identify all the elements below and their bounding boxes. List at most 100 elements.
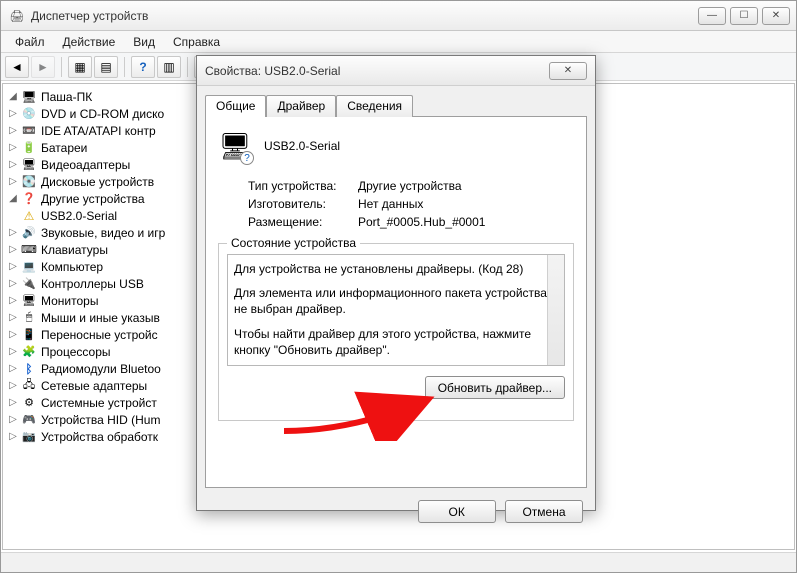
status-legend: Состояние устройства bbox=[227, 236, 360, 250]
window-title: Диспетчер устройств bbox=[31, 9, 698, 23]
toolbar-separator bbox=[61, 57, 62, 77]
expand-icon[interactable]: ▷ bbox=[7, 346, 19, 357]
tree-item-label: Сетевые адаптеры bbox=[41, 379, 147, 393]
tab-details[interactable]: Сведения bbox=[336, 95, 413, 117]
system-icon bbox=[21, 395, 37, 411]
loc-label: Размещение: bbox=[248, 215, 358, 229]
expand-icon[interactable]: ▷ bbox=[7, 176, 19, 187]
dialog-title: Свойства: USB2.0-Serial bbox=[205, 64, 549, 78]
expand-icon[interactable]: ▷ bbox=[7, 142, 19, 153]
app-icon bbox=[9, 8, 25, 24]
expand-icon[interactable]: ▷ bbox=[7, 329, 19, 340]
imaging-icon bbox=[21, 429, 37, 445]
tree-item-label: Компьютер bbox=[41, 260, 103, 274]
tree-item-label: Процессоры bbox=[41, 345, 111, 359]
toolbar-scan-button[interactable]: ▥ bbox=[157, 56, 181, 78]
expand-icon[interactable]: ▷ bbox=[7, 380, 19, 391]
monitor-icon bbox=[21, 293, 37, 309]
tree-item-label: Радиомодули Bluetoo bbox=[41, 362, 161, 376]
maximize-button[interactable]: ☐ bbox=[730, 7, 758, 25]
computer-category-icon bbox=[21, 259, 37, 275]
cancel-button[interactable]: Отмена bbox=[505, 500, 583, 523]
tree-item-label: Другие устройства bbox=[41, 192, 145, 206]
collapse-icon[interactable]: ◢ bbox=[7, 193, 19, 204]
keyboard-icon bbox=[21, 242, 37, 258]
ide-icon bbox=[21, 123, 37, 139]
warning-icon bbox=[21, 208, 37, 224]
expand-icon[interactable]: ▷ bbox=[7, 414, 19, 425]
tab-driver[interactable]: Драйвер bbox=[266, 95, 336, 117]
expand-icon[interactable]: ▷ bbox=[7, 227, 19, 238]
toolbar-showhide-button[interactable]: ▦ bbox=[68, 56, 92, 78]
dvd-icon bbox=[21, 106, 37, 122]
status-textbox[interactable]: Для устройства не установлены драйверы. … bbox=[227, 254, 565, 366]
cpu-icon bbox=[21, 344, 37, 360]
expand-icon[interactable]: ▷ bbox=[7, 108, 19, 119]
toolbar-forward-button[interactable]: ► bbox=[31, 56, 55, 78]
tree-item-label: Звуковые, видео и игр bbox=[41, 226, 165, 240]
status-line: Чтобы найти драйвер для этого устройства… bbox=[234, 326, 558, 358]
scrollbar[interactable] bbox=[547, 255, 564, 365]
main-titlebar: Диспетчер устройств — ☐ ✕ bbox=[1, 1, 796, 31]
device-large-icon: ? bbox=[218, 129, 252, 163]
device-status-group: Состояние устройства Для устройства не у… bbox=[218, 243, 574, 421]
expand-icon[interactable]: ▷ bbox=[7, 244, 19, 255]
tree-item-label: Дисковые устройств bbox=[41, 175, 154, 189]
menu-help[interactable]: Справка bbox=[165, 33, 228, 51]
expand-icon[interactable]: ▷ bbox=[7, 125, 19, 136]
tab-page-general: ? USB2.0-Serial Тип устройства:Другие ус… bbox=[205, 116, 587, 488]
tree-item-label: Системные устройст bbox=[41, 396, 157, 410]
tree-item-label: Устройства HID (Hum bbox=[41, 413, 160, 427]
dialog-titlebar: Свойства: USB2.0-Serial ✕ bbox=[197, 56, 595, 86]
menubar: Файл Действие Вид Справка bbox=[1, 31, 796, 53]
mouse-icon bbox=[21, 310, 37, 326]
tree-root-label: Паша-ПК bbox=[41, 90, 92, 104]
expand-icon[interactable]: ▷ bbox=[7, 431, 19, 442]
mfg-value: Нет данных bbox=[358, 197, 423, 211]
toolbar-help-button[interactable]: ? bbox=[131, 56, 155, 78]
update-driver-button[interactable]: Обновить драйвер... bbox=[425, 376, 565, 399]
expand-icon[interactable]: ▷ bbox=[7, 312, 19, 323]
expand-icon[interactable]: ▷ bbox=[7, 363, 19, 374]
type-value: Другие устройства bbox=[358, 179, 462, 193]
tree-item-label: Клавиатуры bbox=[41, 243, 108, 257]
dialog-close-button[interactable]: ✕ bbox=[549, 62, 587, 80]
expand-icon[interactable]: ▷ bbox=[7, 278, 19, 289]
menu-file[interactable]: Файл bbox=[7, 33, 53, 51]
toolbar-back-button[interactable]: ◄ bbox=[5, 56, 29, 78]
expand-icon[interactable]: ▷ bbox=[7, 159, 19, 170]
tree-item-label: Переносные устройс bbox=[41, 328, 158, 342]
toolbar-properties-button[interactable]: ▤ bbox=[94, 56, 118, 78]
tree-item-label: Мониторы bbox=[41, 294, 98, 308]
collapse-icon[interactable]: ◢ bbox=[7, 91, 19, 102]
device-name: USB2.0-Serial bbox=[264, 139, 340, 153]
expand-icon[interactable]: ▷ bbox=[7, 295, 19, 306]
statusbar bbox=[1, 552, 796, 572]
loc-value: Port_#0005.Hub_#0001 bbox=[358, 215, 485, 229]
tree-item-label: DVD и CD-ROM диско bbox=[41, 107, 164, 121]
portable-icon bbox=[21, 327, 37, 343]
menu-view[interactable]: Вид bbox=[125, 33, 163, 51]
tab-general[interactable]: Общие bbox=[205, 95, 266, 117]
hid-icon bbox=[21, 412, 37, 428]
sound-icon bbox=[21, 225, 37, 241]
tree-item-label: Батареи bbox=[41, 141, 87, 155]
expand-icon[interactable]: ▷ bbox=[7, 261, 19, 272]
disk-icon bbox=[21, 174, 37, 190]
tree-item-label: Контроллеры USB bbox=[41, 277, 144, 291]
network-icon bbox=[21, 378, 37, 394]
toolbar-separator bbox=[187, 57, 188, 77]
properties-dialog: Свойства: USB2.0-Serial ✕ Общие Драйвер … bbox=[196, 55, 596, 511]
tree-item-label: Устройства обработк bbox=[41, 430, 158, 444]
minimize-button[interactable]: — bbox=[698, 7, 726, 25]
menu-action[interactable]: Действие bbox=[55, 33, 124, 51]
status-line: Для элемента или информационного пакета … bbox=[234, 285, 558, 317]
tree-item-label: IDE ATA/ATAPI контр bbox=[41, 124, 156, 138]
expand-icon[interactable]: ▷ bbox=[7, 397, 19, 408]
ok-button[interactable]: ОК bbox=[418, 500, 496, 523]
unknown-icon bbox=[21, 191, 37, 207]
close-button[interactable]: ✕ bbox=[762, 7, 790, 25]
mfg-label: Изготовитель: bbox=[248, 197, 358, 211]
bluetooth-icon bbox=[21, 361, 37, 377]
tabstrip: Общие Драйвер Сведения bbox=[197, 86, 595, 116]
